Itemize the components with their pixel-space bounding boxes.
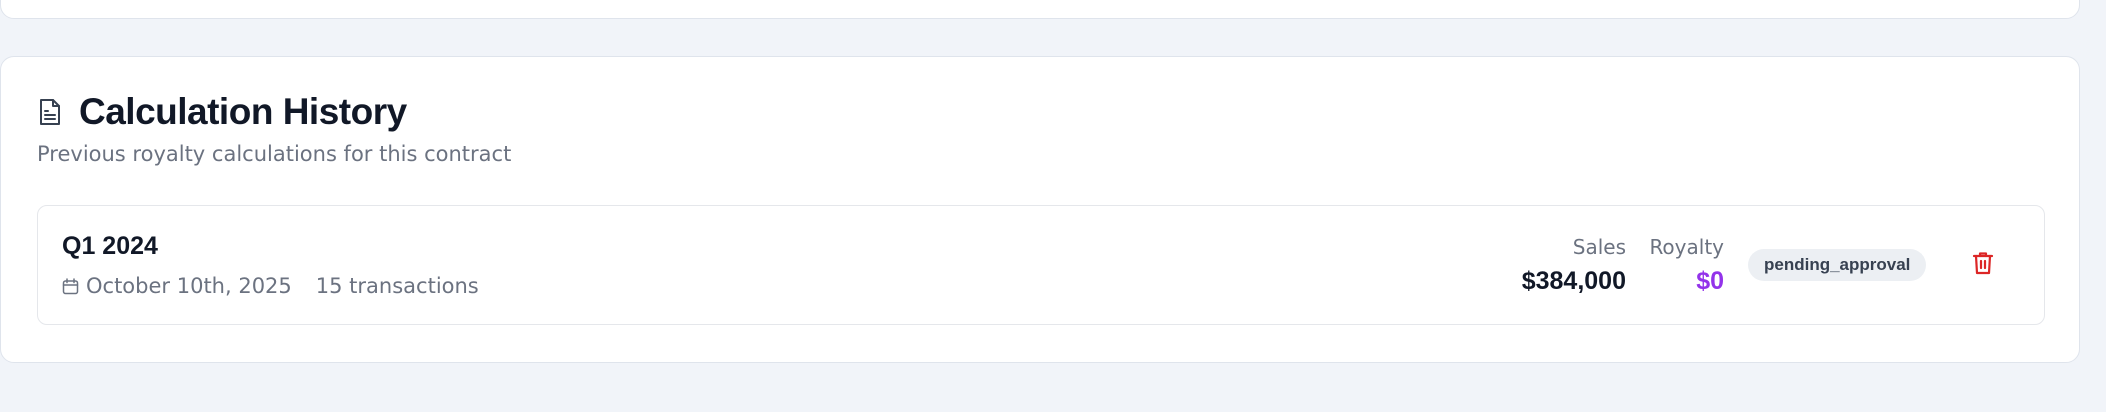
delete-button[interactable]	[1964, 246, 2002, 284]
status-badge: pending_approval	[1748, 249, 1927, 281]
royalty-label: Royalty	[1649, 235, 1724, 259]
previous-card	[0, 0, 2080, 19]
calculation-history-card: Calculation History Previous royalty cal…	[0, 56, 2080, 363]
transaction-count: 15 transactions	[315, 274, 479, 298]
calculation-meta: October 10th, 2025 15 transactions	[62, 274, 479, 298]
royalty-value: $0	[1696, 267, 1724, 295]
document-icon	[37, 97, 63, 127]
calendar-icon	[62, 277, 79, 295]
sales-stat: Sales $384,000	[1522, 234, 1626, 298]
card-header: Calculation History	[37, 91, 407, 133]
royalty-stat: Royalty $0	[1649, 234, 1724, 298]
calculation-row[interactable]: Q1 2024 October 10th, 2025 15 transactio…	[37, 205, 2045, 325]
sales-label: Sales	[1572, 235, 1626, 259]
trash-icon	[1972, 251, 1994, 279]
calculation-period: Q1 2024	[62, 232, 158, 260]
card-subtitle: Previous royalty calculations for this c…	[37, 142, 512, 166]
calculation-date: October 10th, 2025	[86, 274, 292, 298]
card-title: Calculation History	[79, 91, 407, 132]
sales-value: $384,000	[1521, 267, 1626, 295]
